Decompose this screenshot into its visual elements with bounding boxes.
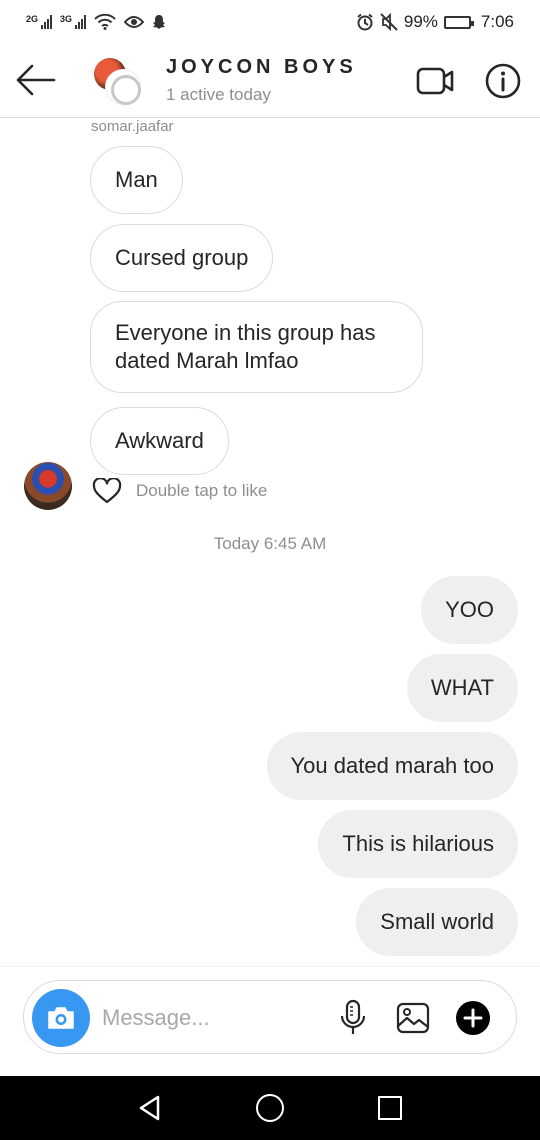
outgoing-message[interactable]: This is hilarious [318, 810, 518, 878]
incoming-message[interactable]: Awkward [90, 407, 229, 475]
heart-icon[interactable] [92, 478, 122, 504]
double-tap-hint: Double tap to like [136, 481, 268, 500]
network-2g-label: 2G [26, 14, 39, 24]
alarm-icon [357, 13, 373, 31]
eye-icon [124, 16, 145, 28]
battery-icon [443, 15, 474, 29]
signal-3g-icon: 3G [60, 14, 87, 29]
outgoing-message[interactable]: WHAT [406, 654, 518, 722]
system-nav-bar [0, 1076, 540, 1140]
status-right: 99% 7:06 [356, 12, 514, 32]
group-avatar[interactable] [94, 58, 142, 106]
camera-button[interactable] [32, 989, 90, 1047]
nav-recents-icon[interactable] [378, 1096, 402, 1120]
signal-2g-icon: 2G [26, 14, 53, 29]
active-status: 1 active today [166, 85, 271, 104]
plus-circle-icon[interactable] [456, 1001, 490, 1035]
snapchat-icon [153, 15, 166, 29]
back-arrow-icon[interactable] [14, 60, 58, 100]
incoming-message[interactable]: Cursed group [90, 224, 274, 292]
outgoing-message[interactable]: Small world [356, 888, 518, 956]
video-camera-icon[interactable] [414, 62, 456, 100]
info-icon[interactable] [484, 62, 522, 100]
network-3g-label: 3G [60, 14, 73, 24]
sender-avatar[interactable] [24, 462, 72, 510]
chat-title-block[interactable]: JOYCON BOYS 1 active today [166, 56, 357, 105]
message-timestamp: Today 6:45 AM [213, 534, 327, 553]
outgoing-message[interactable]: You dated marah too [266, 732, 518, 800]
message-thread[interactable]: somar.jaafar Man Cursed group Everyone i… [0, 118, 540, 966]
chat-header: JOYCON BOYS 1 active today [0, 44, 540, 118]
message-composer [23, 980, 517, 1054]
like-row[interactable]: Double tap to like [92, 478, 267, 504]
microphone-icon[interactable] [338, 999, 368, 1037]
nav-back-icon[interactable] [136, 1094, 164, 1122]
group-title: JOYCON BOYS [166, 56, 357, 78]
member-avatar-2 [106, 70, 141, 105]
battery-percentage: 99% [403, 12, 438, 31]
sender-username: somar.jaafar [91, 118, 174, 135]
nav-home-icon[interactable] [256, 1094, 284, 1122]
outgoing-message[interactable]: YOO [421, 576, 518, 644]
mute-icon [380, 13, 398, 31]
camera-icon [48, 1007, 74, 1029]
message-input[interactable] [102, 1001, 322, 1035]
status-left: 2G 3G [26, 14, 166, 30]
incoming-message[interactable]: Man [90, 146, 183, 214]
status-bar: 2G 3G 99% 7:06 [0, 0, 540, 44]
clock: 7:06 [480, 12, 514, 31]
composer-area [0, 966, 540, 1076]
image-icon[interactable] [395, 1001, 431, 1035]
incoming-message[interactable]: Everyone in this group has dated Marah l… [90, 301, 423, 393]
wifi-icon [94, 14, 116, 30]
